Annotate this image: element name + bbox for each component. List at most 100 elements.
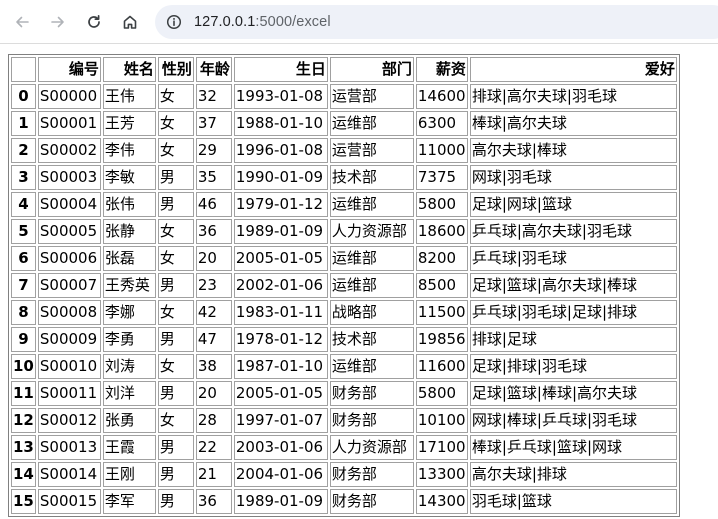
cell-age: 22	[195, 435, 232, 460]
cell-id: S00000	[37, 84, 101, 109]
cell-age: 29	[195, 138, 232, 163]
home-button[interactable]	[116, 8, 144, 36]
cell-birthday: 1979-01-12	[233, 192, 328, 217]
employee-table: 编号 姓名 性别 年龄 生日 部门 薪资 爱好 0 S00000 王伟女 32 1993…	[8, 54, 680, 517]
cell-department: 运维部	[329, 273, 414, 298]
table-row: 7 S00007 王秀英男 23 2002-01-06 运维部 8500 足球|篮球|高尔夫球…	[11, 273, 677, 298]
table-row: 6 S00006 张磊女 20 2005-01-05 运维部 8200 乒乓球|羽毛球	[11, 246, 677, 271]
cell-gender: 男	[157, 327, 194, 352]
url-path: :5000/excel	[255, 14, 331, 30]
info-icon[interactable]	[166, 14, 182, 30]
cell-hobby: 足球|网球|篮球	[469, 192, 677, 217]
row-index: 3	[11, 165, 36, 190]
cell-id: S00015	[37, 489, 101, 514]
address-url[interactable]: 127.0.0.1:5000/excel	[194, 14, 331, 30]
row-index: 6	[11, 246, 36, 271]
cell-id: S00006	[37, 246, 101, 271]
cell-salary: 11000	[415, 138, 468, 163]
back-arrow-icon	[16, 16, 29, 28]
cell-birthday: 2002-01-06	[233, 273, 328, 298]
cell-hobby: 乒乓球|高尔夫球|羽毛球	[469, 219, 677, 244]
row-index: 11	[11, 381, 36, 406]
header-department: 部门	[329, 57, 414, 82]
cell-gender: 男	[157, 489, 194, 514]
cell-salary: 14300	[415, 489, 468, 514]
row-index: 15	[11, 489, 36, 514]
header-salary: 薪资	[415, 57, 468, 82]
cell-age: 47	[195, 327, 232, 352]
cell-name: 李勇	[102, 327, 156, 352]
reload-icon	[88, 14, 100, 28]
header-age: 年龄	[195, 57, 232, 82]
cell-gender: 女	[157, 111, 194, 136]
cell-department: 运营部	[329, 138, 414, 163]
cell-salary: 6300	[415, 111, 468, 136]
table-header: 编号 姓名 性别 年龄 生日 部门 薪资 爱好	[11, 57, 677, 82]
cell-name: 李军	[102, 489, 156, 514]
row-index: 8	[11, 300, 36, 325]
cell-salary: 10100	[415, 408, 468, 433]
row-index: 0	[11, 84, 36, 109]
cell-id: S00011	[37, 381, 101, 406]
cell-birthday: 1989-01-09	[233, 489, 328, 514]
cell-id: S00012	[37, 408, 101, 433]
table-row: 14 S00014 王刚男 21 2004-01-06 财务部 13300 高尔夫球|排球	[11, 462, 677, 487]
cell-salary: 19856	[415, 327, 468, 352]
cell-age: 42	[195, 300, 232, 325]
cell-hobby: 足球|篮球|棒球|高尔夫球	[469, 381, 677, 406]
address-bar[interactable]: 127.0.0.1:5000/excel	[155, 5, 718, 39]
cell-department: 财务部	[329, 462, 414, 487]
row-index: 4	[11, 192, 36, 217]
table-row: 0 S00000 王伟女 32 1993-01-08 运营部 14600 排球|高尔夫球|羽毛…	[11, 84, 677, 109]
cell-age: 20	[195, 381, 232, 406]
cell-salary: 14600	[415, 84, 468, 109]
cell-gender: 女	[157, 354, 194, 379]
cell-name: 张静	[102, 219, 156, 244]
cell-salary: 5800	[415, 381, 468, 406]
cell-department: 人力资源部	[329, 435, 414, 460]
cell-age: 28	[195, 408, 232, 433]
cell-birthday: 1983-01-11	[233, 300, 328, 325]
cell-gender: 女	[157, 138, 194, 163]
forward-button[interactable]	[44, 8, 72, 36]
cell-age: 38	[195, 354, 232, 379]
cell-birthday: 2003-01-06	[233, 435, 328, 460]
cell-gender: 男	[157, 273, 194, 298]
cell-id: S00004	[37, 192, 101, 217]
row-index: 7	[11, 273, 36, 298]
cell-id: S00009	[37, 327, 101, 352]
cell-gender: 女	[157, 84, 194, 109]
table-row: 1 S00001 王芳女 37 1988-01-10 运维部 6300 棒球|高尔夫球	[11, 111, 677, 136]
cell-gender: 男	[157, 435, 194, 460]
table-row: 10 S00010 刘涛女 38 1987-01-10 运维部 11600 足球|排球|羽毛球	[11, 354, 677, 379]
cell-id: S00001	[37, 111, 101, 136]
cell-hobby: 网球|棒球|乒乓球|羽毛球	[469, 408, 677, 433]
row-index: 1	[11, 111, 36, 136]
cell-name: 张磊	[102, 246, 156, 271]
cell-name: 刘涛	[102, 354, 156, 379]
row-index: 13	[11, 435, 36, 460]
header-row: 编号 姓名 性别 年龄 生日 部门 薪资 爱好	[11, 57, 677, 82]
cell-hobby: 羽毛球|篮球	[469, 489, 677, 514]
cell-gender: 女	[157, 300, 194, 325]
row-index: 5	[11, 219, 36, 244]
cell-salary: 17100	[415, 435, 468, 460]
cell-age: 36	[195, 219, 232, 244]
cell-age: 35	[195, 165, 232, 190]
cell-gender: 男	[157, 381, 194, 406]
cell-name: 王芳	[102, 111, 156, 136]
cell-gender: 女	[157, 408, 194, 433]
back-button[interactable]	[8, 8, 36, 36]
cell-id: S00005	[37, 219, 101, 244]
cell-department: 技术部	[329, 327, 414, 352]
row-index: 9	[11, 327, 36, 352]
reload-button[interactable]	[80, 8, 108, 36]
cell-department: 人力资源部	[329, 219, 414, 244]
cell-name: 李伟	[102, 138, 156, 163]
cell-hobby: 网球|羽毛球	[469, 165, 677, 190]
row-index: 14	[11, 462, 36, 487]
cell-id: S00013	[37, 435, 101, 460]
row-index: 2	[11, 138, 36, 163]
cell-birthday: 1990-01-09	[233, 165, 328, 190]
cell-birthday: 1989-01-09	[233, 219, 328, 244]
